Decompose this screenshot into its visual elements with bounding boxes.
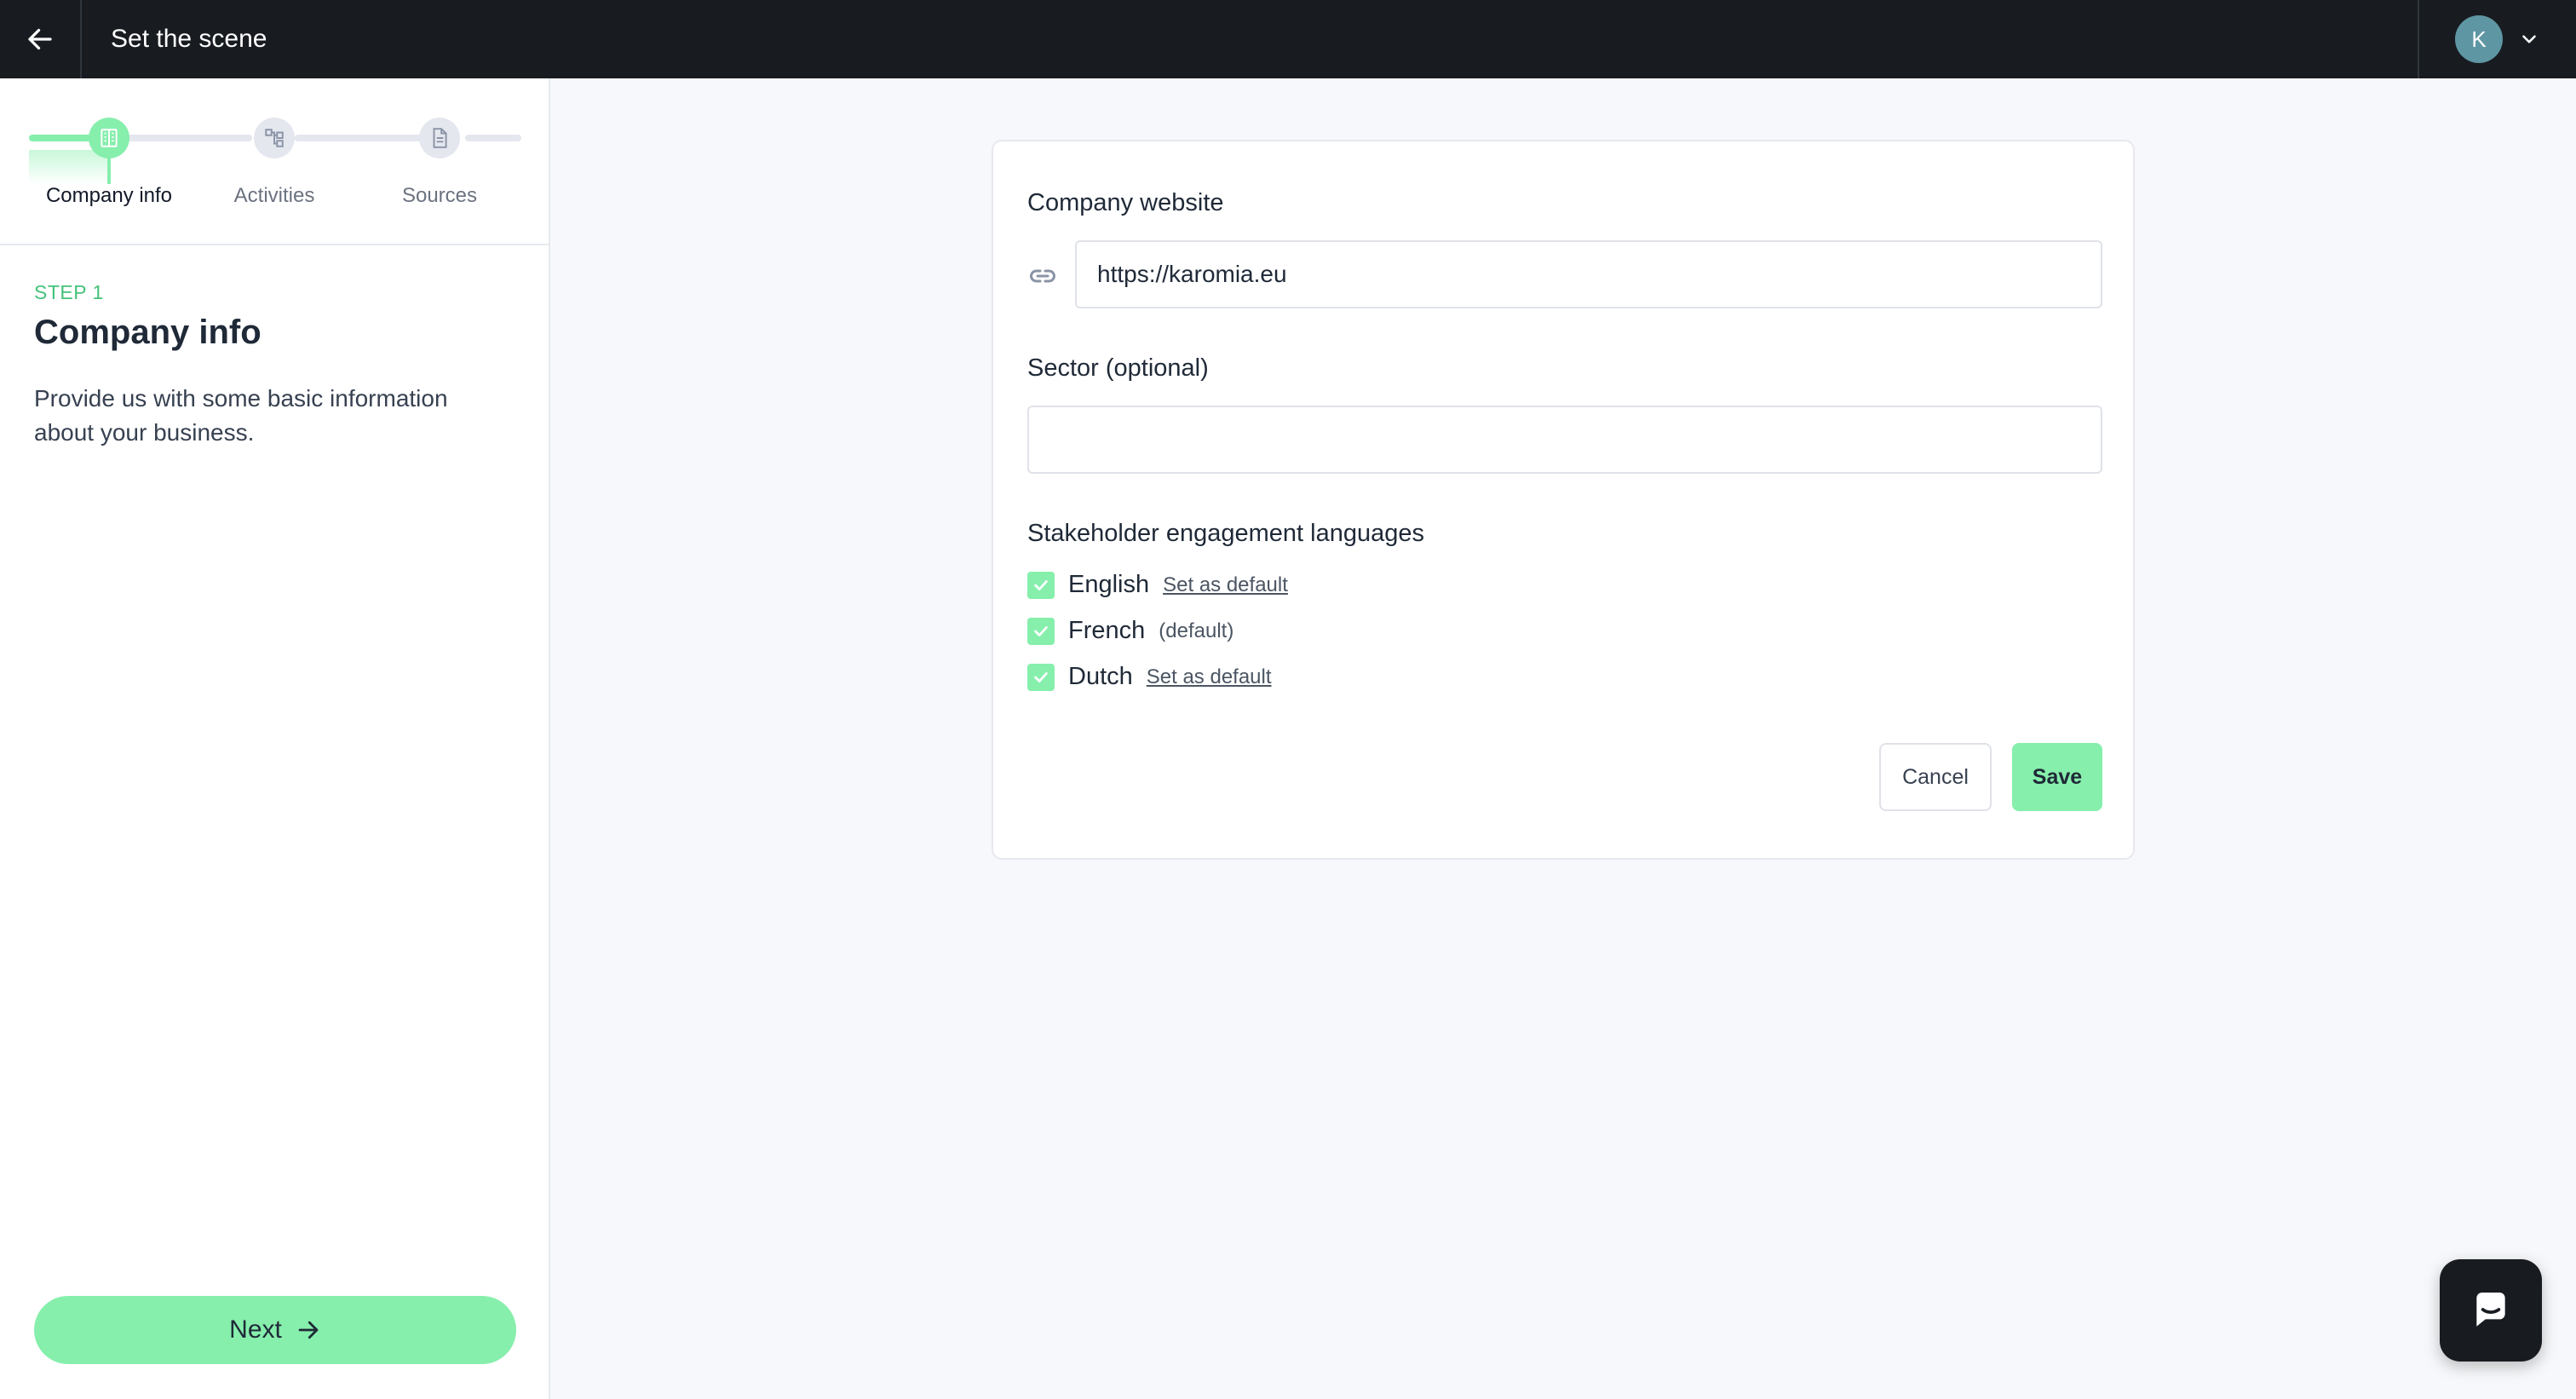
- website-input[interactable]: [1075, 240, 2102, 308]
- check-icon: [1034, 625, 1048, 636]
- next-button-label: Next: [229, 1316, 282, 1344]
- step-node-activities[interactable]: [254, 118, 295, 158]
- check-icon: [1034, 671, 1048, 682]
- step-title: Company info: [34, 314, 262, 351]
- language-name: French: [1068, 617, 1146, 644]
- back-button[interactable]: [0, 0, 82, 78]
- user-menu[interactable]: K: [2418, 0, 2576, 78]
- building-icon: [101, 129, 118, 147]
- step-description: Provide us with some basic information a…: [34, 385, 448, 446]
- check-icon: [1034, 579, 1048, 590]
- step-label-sources[interactable]: Sources: [357, 184, 522, 208]
- language-name: English: [1068, 571, 1150, 598]
- set-default-link-english[interactable]: Set as default: [1163, 573, 1288, 597]
- step-label-company-info[interactable]: Company info: [26, 184, 192, 208]
- company-info-form: Company website Sector (optional) Stakeh…: [992, 140, 2135, 860]
- next-button[interactable]: Next: [34, 1296, 516, 1364]
- language-name: Dutch: [1068, 663, 1133, 690]
- languages-label: Stakeholder engagement languages: [1027, 520, 1424, 547]
- set-default-link-dutch[interactable]: Set as default: [1147, 665, 1272, 689]
- cancel-button[interactable]: Cancel: [1879, 743, 1992, 811]
- stepper-track: [124, 135, 252, 141]
- language-row-dutch: Dutch Set as default: [1027, 663, 1272, 691]
- chat-button[interactable]: [2440, 1259, 2542, 1362]
- english-checkbox[interactable]: [1027, 571, 1055, 599]
- language-row-french: French (default): [1027, 617, 1233, 645]
- step-label-activities[interactable]: Activities: [192, 184, 357, 208]
- default-tag: (default): [1159, 619, 1234, 642]
- page-title: Set the scene: [111, 25, 267, 53]
- sector-label: Sector (optional): [1027, 354, 1209, 382]
- avatar[interactable]: K: [2455, 15, 2503, 63]
- step-node-company-info[interactable]: [89, 118, 129, 158]
- stepper-track-complete: [29, 135, 97, 141]
- stepper-track: [295, 135, 423, 141]
- top-bar: Set the scene K: [0, 0, 2576, 78]
- arrow-left-icon: [28, 28, 52, 50]
- language-row-english: English Set as default: [1027, 571, 1288, 599]
- save-button[interactable]: Save: [2012, 743, 2102, 811]
- dutch-checkbox[interactable]: [1027, 663, 1055, 691]
- chat-icon: [2476, 1292, 2505, 1327]
- arrow-right-icon: [298, 1321, 319, 1339]
- sector-input[interactable]: [1027, 406, 2102, 474]
- stepper-track: [465, 135, 521, 141]
- step-node-sources[interactable]: [419, 118, 460, 158]
- stepper-highlight-line: [107, 155, 111, 184]
- flow-icon: [265, 129, 284, 147]
- sidebar: Company info Activities Sources STEP 1 C…: [0, 78, 550, 1399]
- french-checkbox[interactable]: [1027, 617, 1055, 645]
- document-icon: [433, 128, 447, 148]
- stepper: Company info Activities Sources: [0, 78, 549, 245]
- website-label: Company website: [1027, 189, 1224, 216]
- step-kicker: STEP 1: [34, 281, 104, 303]
- link-icon: [1030, 269, 1055, 283]
- chevron-down-icon[interactable]: [2518, 28, 2540, 50]
